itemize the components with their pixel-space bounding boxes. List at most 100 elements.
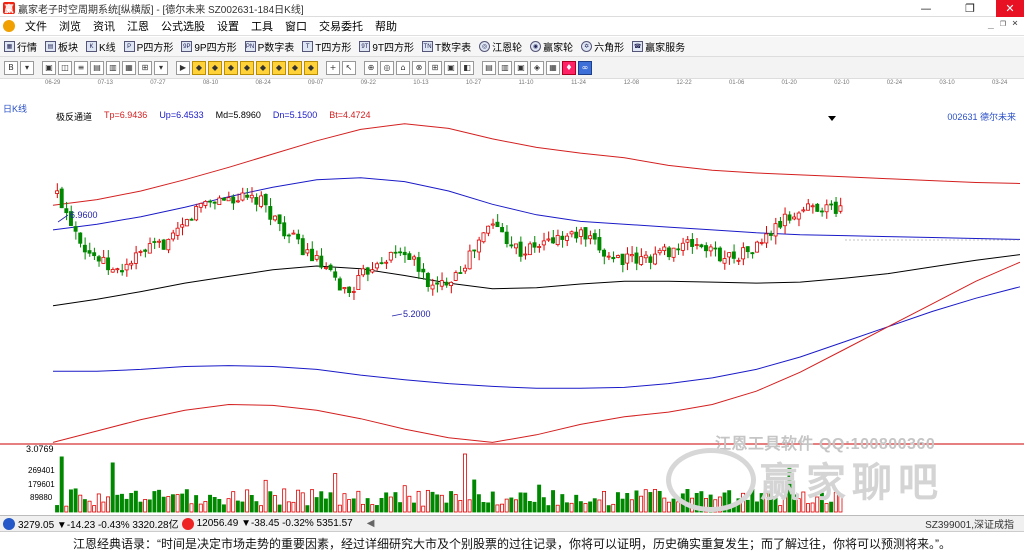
sz-index-text[interactable]: 12056.49 ▼-38.45 -0.32% 5351.57 <box>197 518 353 529</box>
volume-bar <box>115 494 120 513</box>
volume-bar <box>263 479 268 513</box>
candle-up <box>439 280 444 287</box>
candle-up <box>194 206 199 221</box>
drawing-tool-1-icon[interactable]: ▾ <box>20 60 34 75</box>
mdi-restore-button[interactable]: ❐ <box>1000 18 1006 29</box>
restore-button[interactable]: ❐ <box>956 0 984 17</box>
drawing-tool-13-icon[interactable]: ◆ <box>224 60 238 75</box>
drawing-tool-18-icon[interactable]: ◆ <box>304 60 318 75</box>
drawing-tool-6-icon[interactable]: ▥ <box>106 60 120 75</box>
candle-up <box>653 253 657 265</box>
menu-settings[interactable]: 设置 <box>211 18 245 34</box>
menu-browse[interactable]: 浏览 <box>53 18 87 34</box>
toolbar-p-square-button[interactable]: P P四方形 <box>120 39 178 54</box>
volume-bar <box>504 498 509 513</box>
toolbar-kline-button[interactable]: K K线 <box>82 39 120 54</box>
candle-down <box>829 203 834 206</box>
sz-index-icon <box>181 517 194 530</box>
volume-bar <box>472 479 477 513</box>
9t-square-icon: 9T <box>359 41 371 52</box>
menu-window[interactable]: 窗口 <box>279 18 313 34</box>
candle-down <box>221 197 226 201</box>
drawing-tool-27-icon[interactable]: ◧ <box>460 60 474 75</box>
volume-bar <box>87 500 92 513</box>
volume-bar <box>272 495 277 513</box>
menu-formula[interactable]: 公式选股 <box>155 18 211 34</box>
drawing-tool-4-icon[interactable]: ≡ <box>74 60 88 75</box>
toolbar-9p-square-button[interactable]: 9P 9P四方形 <box>177 39 240 54</box>
minimize-button[interactable]: — <box>912 0 940 17</box>
drawing-tool-10-icon[interactable]: ▶ <box>176 60 190 75</box>
drawing-tool-21-icon[interactable]: ⊕ <box>364 60 378 75</box>
toolbar-service-button[interactable]: ☎ 赢家服务 <box>628 39 689 54</box>
drawing-tool-29-icon[interactable]: ▥ <box>498 60 512 75</box>
drawing-tool-25-icon[interactable]: ⊞ <box>428 60 442 75</box>
toolbar-quote-button[interactable]: ▦ 行情 <box>0 39 41 54</box>
drawing-tool-9-icon[interactable]: ▾ <box>154 60 168 75</box>
toolbar-winner-wheel-button[interactable]: ◉ 赢家轮 <box>526 39 577 54</box>
drawing-tool-24-icon[interactable]: ⊗ <box>412 60 426 75</box>
volume-bar <box>235 500 240 513</box>
toolbar-9t-square-button[interactable]: 9T 9T四方形 <box>355 39 418 54</box>
candle-down <box>787 214 792 221</box>
volume-bar <box>592 498 597 513</box>
toolbar-t-table-button[interactable]: TN T数字表 <box>418 39 475 54</box>
toolbar-t-square-button[interactable]: T T四方形 <box>298 39 355 54</box>
drawing-tool-33-icon[interactable]: ♦ <box>562 60 576 75</box>
index-code-label[interactable]: SZ399001,深证成指 <box>925 516 1014 531</box>
drawing-tool-17-icon[interactable]: ◆ <box>288 60 302 75</box>
volume-bar <box>425 489 430 513</box>
drawing-tool-23-icon[interactable]: ⌂ <box>396 60 410 75</box>
candle-up <box>615 255 620 258</box>
drawing-tool-20-icon[interactable]: ↖ <box>342 60 356 75</box>
volume-bar <box>564 502 569 513</box>
drawing-tool-8-icon[interactable]: ⊞ <box>138 60 152 75</box>
menu-trade[interactable]: 交易委托 <box>313 18 369 34</box>
drawing-tool-30-icon[interactable]: ▣ <box>514 60 528 75</box>
candle-up <box>342 287 347 290</box>
mdi-minimize-button[interactable]: _ <box>988 18 994 29</box>
drawing-tool-26-icon[interactable]: ▣ <box>444 60 458 75</box>
drawing-tool-3-icon[interactable]: ◫ <box>58 60 72 75</box>
drawing-tool-12-icon[interactable]: ◆ <box>208 60 222 75</box>
drawing-tool-19-icon[interactable]: + <box>326 60 340 75</box>
volume-bar <box>342 493 347 513</box>
sh-index-text[interactable]: 3279.05 ▼-14.23 -0.43% 3320.28亿 <box>18 516 179 531</box>
drawing-tool-32-icon[interactable]: ▦ <box>546 60 560 75</box>
close-button[interactable]: ✕ <box>996 0 1024 17</box>
drawing-tool-31-icon[interactable]: ◈ <box>530 60 544 75</box>
drawing-tool-28-icon[interactable]: ▤ <box>482 60 496 75</box>
menu-tools[interactable]: 工具 <box>245 18 279 34</box>
mdi-close-button[interactable]: × <box>1012 18 1018 29</box>
menu-file[interactable]: 文件 <box>19 18 53 34</box>
candle-down <box>676 248 681 251</box>
window-title: 赢家老子时空周期系统[纵横版] - [德尔未来 SZ002631-184日K线] <box>18 4 304 16</box>
candle-down <box>208 200 213 203</box>
candle-up <box>639 256 644 265</box>
toolbar-p-table-button[interactable]: PN P数字表 <box>241 39 299 54</box>
drawing-tool-14-icon[interactable]: ◆ <box>240 60 254 75</box>
drawing-tool-15-icon[interactable]: ◆ <box>256 60 270 75</box>
toolbar-gann-wheel-button[interactable]: ◎ 江恩轮 <box>475 39 526 54</box>
drawing-tool-22-icon[interactable]: ◎ <box>380 60 394 75</box>
app-logo-icon: 赢 <box>3 2 15 14</box>
toolbar-hexagon-button[interactable]: ✡ 六角形 <box>577 39 628 54</box>
drawing-tool-5-icon[interactable]: ▤ <box>90 60 104 75</box>
scroll-left-button[interactable]: ◀ <box>367 518 375 529</box>
drawing-tool-34-icon[interactable]: ∞ <box>578 60 592 75</box>
drawing-tool-11-icon[interactable]: ◆ <box>192 60 206 75</box>
candle-up <box>629 254 634 257</box>
drawing-tool-2-icon[interactable]: ▣ <box>42 60 56 75</box>
volume-bar <box>119 493 124 513</box>
menu-news[interactable]: 资讯 <box>87 18 121 34</box>
volume-bar <box>64 505 69 513</box>
menu-help[interactable]: 帮助 <box>369 18 403 34</box>
drawing-tool-0-icon[interactable]: B <box>4 60 18 75</box>
candle-up <box>235 200 240 203</box>
menu-gann[interactable]: 江恩 <box>121 18 155 34</box>
candle-up <box>198 203 203 208</box>
drawing-tool-7-icon[interactable]: ▦ <box>122 60 136 75</box>
toolbar-sector-button[interactable]: ▤ 板块 <box>41 39 82 54</box>
band-tp-line <box>52 123 1021 206</box>
drawing-tool-16-icon[interactable]: ◆ <box>272 60 286 75</box>
